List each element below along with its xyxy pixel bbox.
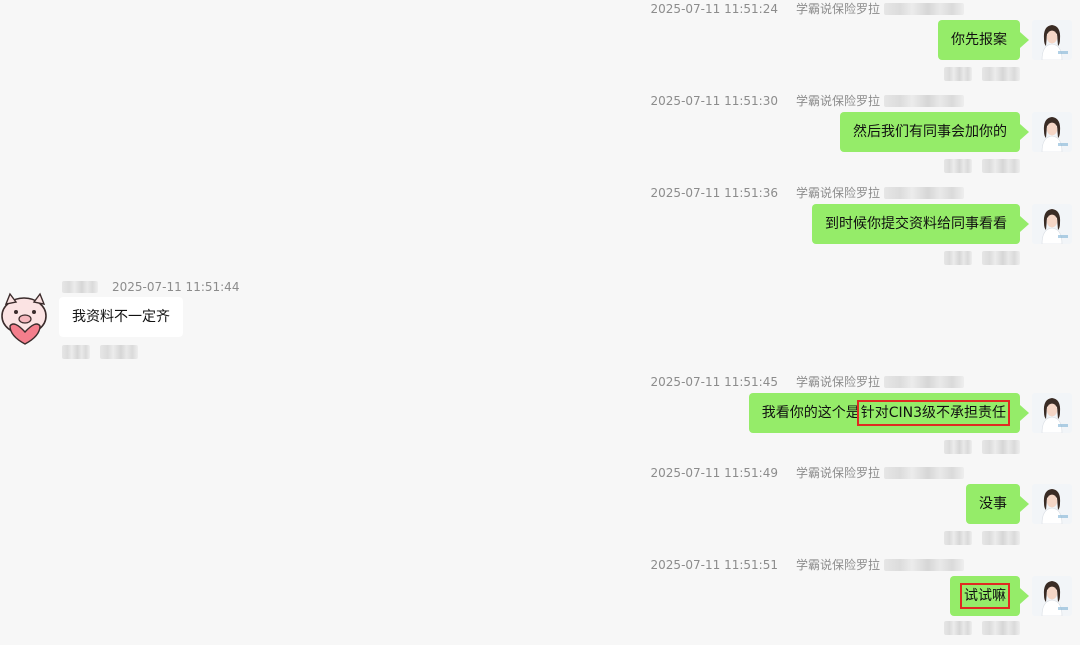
redacted-status [944, 251, 1020, 265]
highlighted-phrase: 试试嘛 [960, 583, 1010, 609]
message-bubble[interactable]: 我看你的这个是针对CIN3级不承担责任 [748, 393, 1030, 433]
pig-sticker-icon [1, 292, 47, 345]
sender-name: 学霸说保险罗拉 [795, 94, 880, 108]
incoming-message: 2025-07-11 11:51:44 我资料不一定齐 [0, 280, 300, 360]
message-timestamp: 2025-07-11 11:51:36 [650, 185, 778, 200]
woman-portrait-icon [1032, 484, 1072, 524]
sender-name: 学霸说保险罗拉 [795, 558, 880, 572]
outgoing-message: 2025-07-11 11:51:36 学霸说保险罗拉 到时候你提交资料给同事看… [512, 186, 1072, 273]
woman-portrait-icon [1032, 20, 1072, 60]
agent-avatar[interactable] [1032, 393, 1072, 433]
agent-avatar[interactable] [1032, 484, 1072, 524]
woman-portrait-icon [1032, 112, 1072, 152]
sender-name: 学霸说保险罗拉 [795, 466, 880, 480]
redacted-sender-suffix [884, 375, 964, 388]
message-text: 我看你的这个是 [761, 405, 860, 421]
sender-name: 学霸说保险罗拉 [795, 2, 880, 16]
message-bubble[interactable]: 你先报案 [938, 20, 1029, 60]
agent-avatar[interactable] [1032, 576, 1072, 616]
message-timestamp: 2025-07-11 11:51:24 [650, 1, 778, 16]
outgoing-message: 2025-07-11 11:51:30 学霸说保险罗拉 然后我们有同事会加你的 [512, 94, 1072, 181]
redacted-status [944, 531, 1020, 545]
message-timestamp: 2025-07-11 11:51:45 [650, 374, 778, 389]
message-bubble[interactable]: 试试嘛 [950, 576, 1029, 616]
woman-portrait-icon [1032, 576, 1072, 616]
outgoing-message: 2025-07-11 11:51:45 学霸说保险罗拉 我看你的这个是针对CIN… [512, 375, 1072, 462]
redacted-status [944, 159, 1020, 173]
message-timestamp: 2025-07-11 11:51:49 [650, 465, 778, 480]
message-meta: 2025-07-11 11:51:49 学霸说保险罗拉 [651, 464, 964, 481]
redacted-sender-suffix [884, 558, 964, 571]
woman-portrait-icon [1032, 204, 1072, 244]
agent-avatar[interactable] [1032, 204, 1072, 244]
highlighted-phrase: 针对CIN3级不承担责任 [856, 400, 1011, 426]
redacted-status [944, 440, 1020, 454]
redacted-status [62, 345, 138, 359]
woman-portrait-icon [1032, 393, 1072, 433]
message-bubble[interactable]: 然后我们有同事会加你的 [840, 112, 1029, 152]
message-meta: 2025-07-11 11:51:24 学霸说保险罗拉 [651, 0, 964, 17]
sender-name: 学霸说保险罗拉 [795, 375, 880, 389]
message-meta: 2025-07-11 11:51:45 学霸说保险罗拉 [651, 373, 964, 390]
message-bubble[interactable]: 没事 [966, 484, 1029, 524]
redacted-sender-suffix [884, 466, 964, 479]
message-timestamp: 2025-07-11 11:51:30 [650, 93, 778, 108]
message-timestamp: 2025-07-11 11:51:44 [112, 280, 240, 294]
customer-avatar[interactable] [0, 290, 52, 346]
agent-avatar[interactable] [1032, 20, 1072, 60]
redacted-sender-suffix [884, 2, 964, 15]
outgoing-message: 2025-07-11 11:51:24 学霸说保险罗拉 你先报案 [512, 2, 1072, 89]
message-bubble[interactable]: 到时候你提交资料给同事看看 [812, 204, 1029, 244]
message-meta: 2025-07-11 11:51:36 学霸说保险罗拉 [651, 184, 964, 201]
agent-avatar[interactable] [1032, 112, 1072, 152]
redacted-status [944, 621, 1020, 635]
outgoing-message: 2025-07-11 11:51:51 学霸说保险罗拉 试试嘛 [512, 558, 1072, 645]
message-bubble[interactable]: 我资料不一定齐 [59, 297, 183, 337]
sender-name: 学霸说保险罗拉 [795, 186, 880, 200]
message-meta: 2025-07-11 11:51:30 学霸说保险罗拉 [651, 92, 964, 109]
message-meta: 2025-07-11 11:51:44 [62, 280, 239, 294]
redacted-sender-suffix [884, 94, 964, 107]
redacted-status [944, 67, 1020, 81]
redacted-sender-name [62, 281, 98, 293]
message-meta: 2025-07-11 11:51:51 学霸说保险罗拉 [651, 556, 964, 573]
outgoing-message: 2025-07-11 11:51:49 学霸说保险罗拉 没事 [512, 466, 1072, 553]
redacted-sender-suffix [884, 186, 964, 199]
message-timestamp: 2025-07-11 11:51:51 [650, 557, 778, 572]
